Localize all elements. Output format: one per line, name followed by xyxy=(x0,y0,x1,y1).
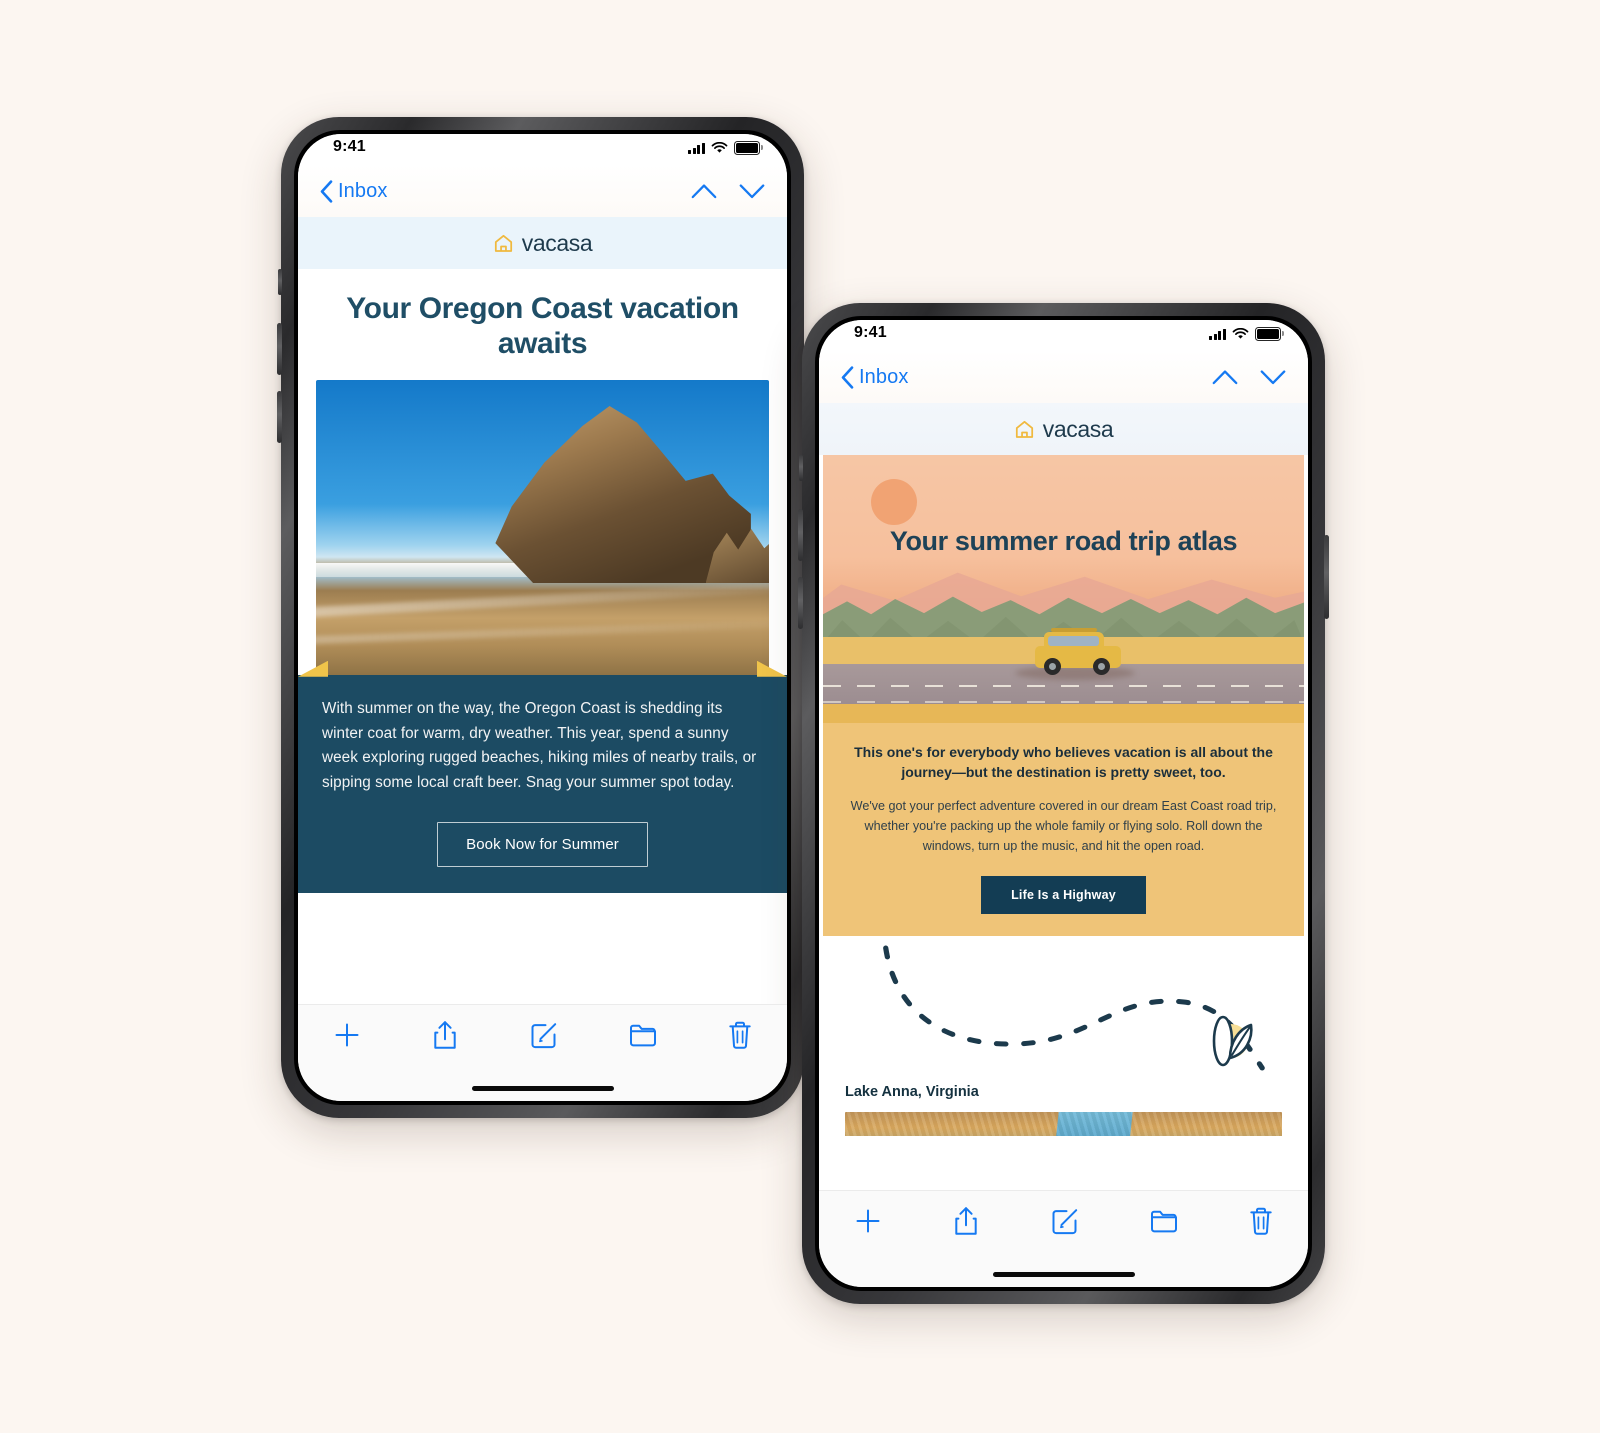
email-body-text: With summer on the way, the Oregon Coast… xyxy=(322,699,757,792)
email-brand-bar: vacasa xyxy=(298,217,787,269)
rear-wheel xyxy=(1092,657,1110,675)
volume-up-button[interactable] xyxy=(277,323,282,375)
email-content-left: vacasa Your Oregon Coast vacation awaits xyxy=(298,217,787,893)
wifi-icon xyxy=(711,142,728,153)
email-lede-text: This one's for everybody who believes va… xyxy=(854,744,1273,780)
road-trip-hero-illustration: Your summer road trip atlas xyxy=(823,455,1304,723)
mail-navigation-bar: Inbox xyxy=(298,165,787,217)
volume-up-button[interactable] xyxy=(798,509,803,561)
battery-icon xyxy=(734,141,763,155)
back-to-inbox-button[interactable]: Inbox xyxy=(320,180,387,203)
chevron-up-icon[interactable] xyxy=(1212,369,1238,385)
volume-down-button[interactable] xyxy=(798,577,803,629)
sun-shape xyxy=(871,479,918,526)
vacasa-house-icon xyxy=(494,234,512,252)
surfboard-leaf-icon xyxy=(1212,1015,1253,1067)
wet-sand xyxy=(316,577,769,675)
plus-icon[interactable] xyxy=(332,1020,362,1050)
book-now-button[interactable]: Book Now for Summer xyxy=(437,821,648,867)
phone-device-right: 9:41 Inbox vacasa Your summer road trip … xyxy=(798,303,1329,1304)
share-icon[interactable] xyxy=(431,1019,459,1051)
phone-screen-left: 9:41 Inbox vacasa Your Oregon Coast vaca… xyxy=(298,134,787,1101)
volume-down-button[interactable] xyxy=(277,391,282,443)
email-headline: Your Oregon Coast vacation awaits xyxy=(346,292,739,361)
chevron-left-icon xyxy=(841,365,854,389)
power-button[interactable] xyxy=(1324,535,1329,619)
destination-label: Lake Anna, Virginia xyxy=(845,1084,979,1101)
chevron-up-icon[interactable] xyxy=(691,183,717,199)
home-indicator[interactable] xyxy=(471,1086,614,1091)
email-text-panel: This one's for everybody who believes va… xyxy=(823,723,1304,937)
haystack-rock-photo xyxy=(316,379,769,675)
battery-icon xyxy=(1255,327,1284,341)
road-dash-line-lower xyxy=(823,700,1304,703)
email-brand-bar: vacasa xyxy=(819,403,1308,455)
phone-bezel-left: 9:41 Inbox vacasa Your Oregon Coast vaca… xyxy=(294,130,791,1105)
toolbar-row xyxy=(298,1005,787,1051)
scene: 9:41 Inbox vacasa Your Oregon Coast vaca… xyxy=(0,0,1600,1433)
phone-bezel-right: 9:41 Inbox vacasa Your summer road trip … xyxy=(815,316,1312,1291)
trash-icon[interactable] xyxy=(727,1020,753,1050)
status-indicators xyxy=(1209,327,1284,341)
hero-photo-wrapper xyxy=(298,379,787,675)
email-content-right: vacasa Your summer road trip atlas This … xyxy=(819,403,1308,1137)
haystack-rock-shape xyxy=(495,405,751,584)
trash-icon[interactable] xyxy=(1248,1206,1274,1236)
share-icon[interactable] xyxy=(952,1205,980,1237)
chevron-down-icon[interactable] xyxy=(1260,369,1286,385)
status-time: 9:41 xyxy=(854,324,887,341)
mail-navigation-bar: Inbox xyxy=(819,351,1308,403)
foliage-texture xyxy=(845,1112,1282,1137)
foreground-grass xyxy=(823,704,1304,723)
toolbar-row xyxy=(819,1191,1308,1237)
home-indicator[interactable] xyxy=(992,1272,1135,1277)
cta-wrapper: Life Is a Highway xyxy=(845,856,1282,915)
road-dash-line-upper xyxy=(823,684,1304,687)
phone-screen-right: 9:41 Inbox vacasa Your summer road trip … xyxy=(819,320,1308,1287)
destination-section: Lake Anna, Virginia xyxy=(823,936,1304,1137)
suv-illustration xyxy=(1034,627,1121,675)
folder-icon[interactable] xyxy=(628,1022,658,1048)
mute-switch[interactable] xyxy=(799,455,803,481)
chevron-left-icon xyxy=(320,179,333,203)
cta-wrapper: Book Now for Summer xyxy=(298,796,787,867)
compose-icon[interactable] xyxy=(529,1020,559,1050)
life-is-a-highway-button[interactable]: Life Is a Highway xyxy=(981,876,1146,915)
front-wheel xyxy=(1043,657,1061,675)
mail-toolbar-left xyxy=(298,1004,787,1101)
back-to-inbox-button[interactable]: Inbox xyxy=(841,366,908,389)
message-nav-arrows xyxy=(691,183,765,199)
wifi-icon xyxy=(1232,328,1249,339)
status-time: 9:41 xyxy=(333,138,366,155)
plus-icon[interactable] xyxy=(853,1206,883,1236)
lake-anna-photo xyxy=(845,1112,1282,1137)
status-indicators xyxy=(688,141,763,155)
back-label: Inbox xyxy=(859,365,909,388)
signal-bars-icon xyxy=(688,142,705,154)
folder-icon[interactable] xyxy=(1149,1208,1179,1234)
status-bar: 9:41 xyxy=(819,320,1308,351)
roof-rack xyxy=(1050,627,1097,632)
car-windows xyxy=(1047,635,1099,646)
phone-device-left: 9:41 Inbox vacasa Your Oregon Coast vaca… xyxy=(277,117,808,1118)
compose-icon[interactable] xyxy=(1050,1206,1080,1236)
chevron-down-icon[interactable] xyxy=(739,183,765,199)
status-bar: 9:41 xyxy=(298,134,787,165)
signal-bars-icon xyxy=(1209,328,1226,340)
mute-switch[interactable] xyxy=(278,269,282,295)
email-text-panel: With summer on the way, the Oregon Coast… xyxy=(298,660,787,893)
email-body-text: We've got your perfect adventure covered… xyxy=(850,798,1277,854)
vacasa-house-icon xyxy=(1015,420,1033,438)
vacasa-logo-text: vacasa xyxy=(1042,415,1114,442)
vacasa-logo-text: vacasa xyxy=(521,229,593,256)
back-label: Inbox xyxy=(338,179,388,202)
message-nav-arrows xyxy=(1212,369,1286,385)
mail-toolbar-right xyxy=(819,1190,1308,1287)
email-headline: Your summer road trip atlas xyxy=(889,525,1238,556)
